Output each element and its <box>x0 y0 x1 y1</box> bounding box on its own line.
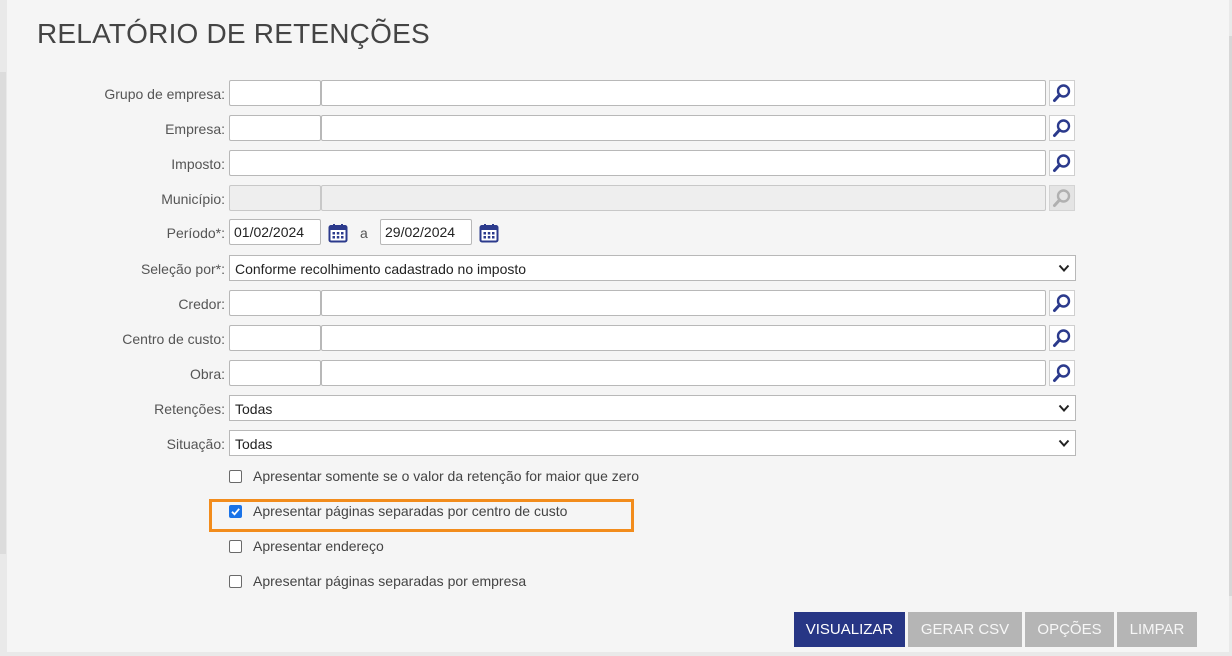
periodo-separator: a <box>360 225 368 241</box>
obra-label: Obra: <box>189 366 225 382</box>
credor-desc-input[interactable] <box>321 290 1046 316</box>
field-retencoes: Retenções: Todas <box>0 395 1232 423</box>
grupo-empresa-desc-input[interactable] <box>321 80 1046 106</box>
centro-custo-search-button[interactable] <box>1049 325 1075 351</box>
option-label: Apresentar endereço <box>253 538 384 554</box>
field-grupo-empresa: Grupo de empresa: <box>0 80 1232 108</box>
selecao-por-value: Conforme recolhimento cadastrado no impo… <box>235 261 527 277</box>
municipio-label: Município: <box>161 191 225 207</box>
empresa-label: Empresa: <box>165 121 225 137</box>
selecao-por-label: Seleção por*: <box>140 261 225 277</box>
chevron-down-icon <box>1058 404 1070 412</box>
retencoes-select[interactable]: Todas <box>229 395 1076 421</box>
field-obra: Obra: <box>0 360 1232 388</box>
municipio-search-button <box>1049 185 1075 211</box>
checkbox[interactable] <box>229 470 242 483</box>
centro-custo-desc-input[interactable] <box>321 325 1046 351</box>
calendar-icon <box>328 224 348 243</box>
grupo-empresa-search-button[interactable] <box>1049 80 1075 106</box>
field-centro-custo: Centro de custo: <box>0 325 1232 353</box>
field-municipio: Município: <box>0 185 1232 213</box>
situacao-label: Situação: <box>166 436 225 452</box>
situacao-value: Todas <box>235 436 273 452</box>
periodo-end-input[interactable] <box>380 219 472 245</box>
retencoes-label: Retenções: <box>154 401 225 417</box>
chevron-down-icon <box>1058 439 1070 447</box>
chevron-down-icon <box>1058 264 1070 272</box>
selecao-por-select[interactable]: Conforme recolhimento cadastrado no impo… <box>229 255 1076 281</box>
checkbox-checked[interactable] <box>229 505 242 518</box>
empresa-code-input[interactable] <box>229 115 321 141</box>
option-label: Apresentar somente se o valor da retençã… <box>253 468 639 484</box>
option-label: Apresentar páginas separadas por centro … <box>253 503 568 519</box>
periodo-start-calendar-button[interactable] <box>327 221 349 245</box>
opcoes-button[interactable]: OPÇÕES <box>1025 612 1114 647</box>
periodo-end-calendar-button[interactable] <box>478 221 500 245</box>
imposto-search-button[interactable] <box>1049 150 1075 176</box>
search-icon <box>1053 84 1071 102</box>
checkbox[interactable] <box>229 540 242 553</box>
centro-custo-code-input[interactable] <box>229 325 321 351</box>
imposto-input[interactable] <box>229 150 1046 176</box>
obra-desc-input[interactable] <box>321 360 1046 386</box>
retencoes-value: Todas <box>235 401 273 417</box>
credor-search-button[interactable] <box>1049 290 1075 316</box>
credor-label: Credor: <box>178 296 225 312</box>
field-selecao-por: Seleção por*: Conforme recolhimento cada… <box>0 255 1232 283</box>
field-periodo: Período*: a <box>0 219 1232 247</box>
periodo-label: Período*: <box>166 225 225 241</box>
check-icon <box>230 507 240 516</box>
search-icon <box>1053 364 1071 382</box>
search-icon <box>1053 329 1071 347</box>
field-situacao: Situação: Todas <box>0 430 1232 458</box>
search-icon <box>1053 294 1071 312</box>
empresa-desc-input[interactable] <box>321 115 1046 141</box>
option-label: Apresentar páginas separadas por empresa <box>253 573 527 589</box>
periodo-start-input[interactable] <box>229 219 321 245</box>
search-icon <box>1053 154 1071 172</box>
municipio-desc-input <box>321 185 1046 211</box>
visualizar-button[interactable]: VISUALIZAR <box>794 612 905 647</box>
field-imposto: Imposto: <box>0 150 1232 178</box>
page-title: RELATÓRIO DE RETENÇÕES <box>37 18 430 49</box>
credor-code-input[interactable] <box>229 290 321 316</box>
search-icon <box>1053 189 1071 207</box>
situacao-select[interactable]: Todas <box>229 430 1076 456</box>
obra-search-button[interactable] <box>1049 360 1075 386</box>
obra-code-input[interactable] <box>229 360 321 386</box>
field-empresa: Empresa: <box>0 115 1232 143</box>
field-credor: Credor: <box>0 290 1232 318</box>
limpar-button[interactable]: LIMPAR <box>1117 612 1197 647</box>
municipio-code-input <box>229 185 321 211</box>
centro-custo-label: Centro de custo: <box>122 331 225 347</box>
search-icon <box>1053 119 1071 137</box>
imposto-label: Imposto: <box>171 156 225 172</box>
checkbox[interactable] <box>229 575 242 588</box>
calendar-icon <box>479 224 499 243</box>
gerar-csv-button[interactable]: GERAR CSV <box>908 612 1022 647</box>
empresa-search-button[interactable] <box>1049 115 1075 141</box>
grupo-empresa-label: Grupo de empresa: <box>104 86 225 102</box>
grupo-empresa-code-input[interactable] <box>229 80 321 106</box>
